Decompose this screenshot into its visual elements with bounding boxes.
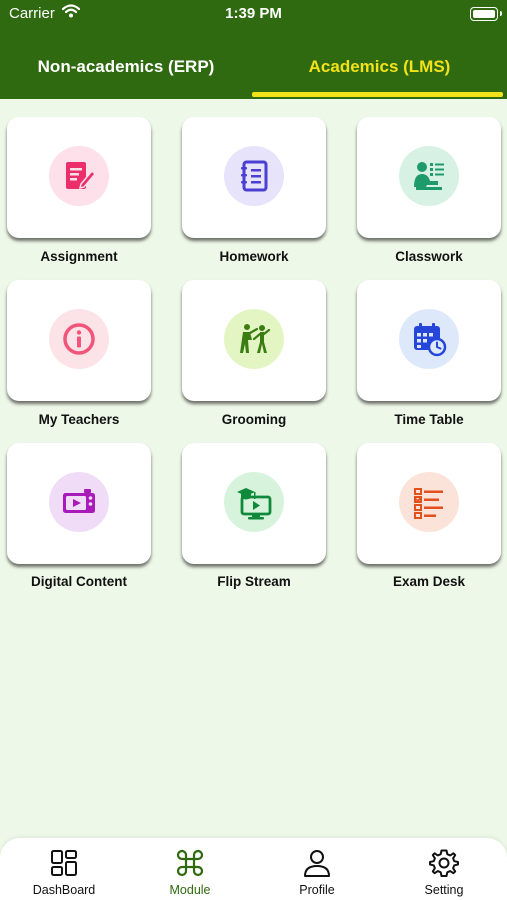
module-card-exam-desk[interactable] bbox=[357, 443, 501, 564]
nav-label-dashboard: DashBoard bbox=[32, 883, 96, 897]
module-card-assignment[interactable] bbox=[7, 117, 151, 238]
flip-stream-icon bbox=[224, 472, 284, 532]
tab-academics-lms[interactable]: Academics (LMS) bbox=[252, 57, 507, 83]
module-label-flip-stream: Flip Stream bbox=[217, 574, 291, 589]
gear-icon bbox=[429, 848, 459, 878]
status-bar: Carrier 1:39 PM bbox=[0, 0, 507, 30]
user-icon bbox=[302, 848, 332, 878]
module-card-homework[interactable] bbox=[182, 117, 326, 238]
module-card-my-teachers[interactable] bbox=[7, 280, 151, 401]
module-card-time-table[interactable] bbox=[357, 280, 501, 401]
module-card-classwork[interactable] bbox=[357, 117, 501, 238]
module-label-exam-desk: Exam Desk bbox=[392, 574, 466, 589]
nav-dashboard[interactable]: DashBoard bbox=[1, 838, 127, 900]
nav-setting[interactable]: Setting bbox=[381, 838, 507, 900]
assignment-icon bbox=[49, 146, 109, 206]
nav-label-setting: Setting bbox=[424, 883, 464, 897]
nav-module[interactable]: Module bbox=[127, 838, 253, 900]
module-card-grooming[interactable] bbox=[182, 280, 326, 401]
battery-icon bbox=[470, 7, 502, 21]
nav-profile[interactable]: Profile bbox=[254, 838, 380, 900]
module-label-classwork: Classwork bbox=[395, 249, 463, 264]
app-header: Carrier 1:39 PM Non-academics (ERP) Acad… bbox=[0, 0, 507, 99]
bottom-navigation: DashBoard Module Profile Setting bbox=[0, 838, 507, 900]
homework-notebook-icon bbox=[224, 146, 284, 206]
calendar-clock-icon bbox=[399, 309, 459, 369]
module-label-homework: Homework bbox=[219, 249, 289, 264]
command-icon bbox=[175, 848, 205, 878]
grooming-icon bbox=[224, 309, 284, 369]
active-tab-indicator bbox=[252, 92, 503, 97]
module-label-grooming: Grooming bbox=[221, 412, 287, 427]
module-label-my-teachers: My Teachers bbox=[38, 412, 120, 427]
nav-label-profile: Profile bbox=[299, 883, 335, 897]
checklist-icon bbox=[399, 472, 459, 532]
tab-non-academics-erp[interactable]: Non-academics (ERP) bbox=[0, 57, 252, 83]
clock: 1:39 PM bbox=[225, 5, 282, 22]
module-card-flip-stream[interactable] bbox=[182, 443, 326, 564]
nav-label-module: Module bbox=[169, 883, 211, 897]
grid-icon bbox=[49, 848, 79, 878]
info-icon bbox=[49, 309, 109, 369]
module-label-time-table: Time Table bbox=[394, 412, 464, 427]
module-card-digital-content[interactable] bbox=[7, 443, 151, 564]
video-player-icon bbox=[49, 472, 109, 532]
module-label-assignment: Assignment bbox=[40, 249, 118, 264]
classwork-icon bbox=[399, 146, 459, 206]
module-label-digital-content: Digital Content bbox=[31, 574, 127, 589]
